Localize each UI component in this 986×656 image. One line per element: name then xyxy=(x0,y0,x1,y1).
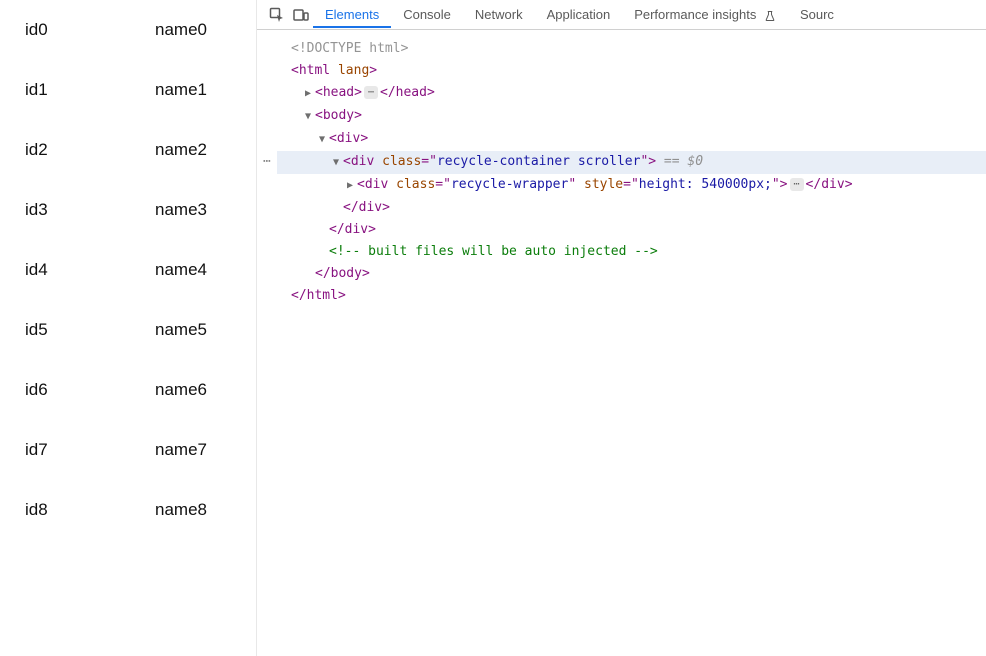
expand-arrow-icon[interactable] xyxy=(305,106,315,128)
list-item: id1 name1 xyxy=(0,60,256,120)
list-item-name: name7 xyxy=(155,440,256,460)
tab-elements[interactable]: Elements xyxy=(313,1,391,28)
dom-node-doctype[interactable]: <!DOCTYPE html> xyxy=(277,38,986,60)
expand-arrow-icon[interactable] xyxy=(347,175,357,197)
dom-node-div[interactable]: <div> xyxy=(277,128,986,151)
tab-console[interactable]: Console xyxy=(391,1,463,28)
list-item-name: name1 xyxy=(155,80,256,100)
list-item-name: name5 xyxy=(155,320,256,340)
list-item: id0 name0 xyxy=(0,0,256,60)
list-item-id: id2 xyxy=(25,140,155,160)
tab-sources[interactable]: Sourc xyxy=(788,1,846,28)
list-item: id6 name6 xyxy=(0,360,256,420)
list-item-name: name0 xyxy=(155,20,256,40)
tab-label: Performance insights xyxy=(634,7,756,22)
devtools-tab-bar: Elements Console Network Application Per… xyxy=(257,0,986,30)
list-item: id8 name8 xyxy=(0,480,256,540)
device-toolbar-icon[interactable] xyxy=(289,3,313,27)
dom-node-selected[interactable]: <div class="recycle-container scroller">… xyxy=(277,151,986,174)
expand-arrow-icon[interactable] xyxy=(319,129,329,151)
tab-application[interactable]: Application xyxy=(535,1,623,28)
dom-node-body-close[interactable]: </body> xyxy=(277,263,986,285)
list-item-id: id7 xyxy=(25,440,155,460)
flask-icon xyxy=(764,7,776,22)
dom-node-comment[interactable]: <!-- built files will be auto injected -… xyxy=(277,241,986,263)
tab-network[interactable]: Network xyxy=(463,1,535,28)
list-item-id: id5 xyxy=(25,320,155,340)
ellipsis-icon[interactable]: ⋯ xyxy=(364,86,378,99)
expand-arrow-icon[interactable] xyxy=(333,152,343,174)
dom-node-head[interactable]: <head>⋯</head> xyxy=(277,82,986,105)
list-item-name: name2 xyxy=(155,140,256,160)
dom-node-html-close[interactable]: </html> xyxy=(277,285,986,307)
dom-tree[interactable]: <!DOCTYPE html> <html lang> <head>⋯</hea… xyxy=(257,30,986,656)
list-panel[interactable]: id0 name0 id1 name1 id2 name2 id3 name3 … xyxy=(0,0,257,656)
inspect-element-icon[interactable] xyxy=(265,3,289,27)
expand-arrow-icon[interactable] xyxy=(305,83,315,105)
list-item-id: id4 xyxy=(25,260,155,280)
list-item-id: id1 xyxy=(25,80,155,100)
list-item-name: name6 xyxy=(155,380,256,400)
list-item-id: id6 xyxy=(25,380,155,400)
dom-node-html-open[interactable]: <html lang> xyxy=(277,60,986,82)
list-item: id5 name5 xyxy=(0,300,256,360)
list-item-name: name4 xyxy=(155,260,256,280)
list-item-id: id0 xyxy=(25,20,155,40)
list-item-id: id8 xyxy=(25,500,155,520)
list-item-name: name3 xyxy=(155,200,256,220)
dom-node-div-close[interactable]: </div> xyxy=(277,219,986,241)
list-item: id3 name3 xyxy=(0,180,256,240)
tab-performance-insights[interactable]: Performance insights xyxy=(622,1,788,28)
dom-node-div-inner[interactable]: <div class="recycle-wrapper" style="heig… xyxy=(277,174,986,197)
list-item-name: name8 xyxy=(155,500,256,520)
dom-node-body[interactable]: <body> xyxy=(277,105,986,128)
dom-node-div-close[interactable]: </div> xyxy=(277,197,986,219)
list-item: id4 name4 xyxy=(0,240,256,300)
ellipsis-icon[interactable]: ⋯ xyxy=(790,178,804,191)
list-item-id: id3 xyxy=(25,200,155,220)
list-item: id7 name7 xyxy=(0,420,256,480)
list-item: id2 name2 xyxy=(0,120,256,180)
devtools-panel: Elements Console Network Application Per… xyxy=(257,0,986,656)
